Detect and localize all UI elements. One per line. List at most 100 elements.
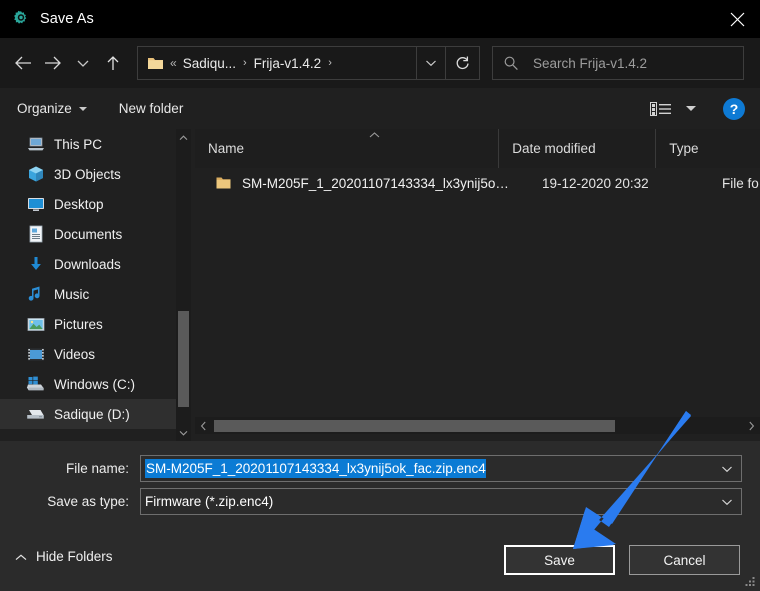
column-headers: Name Date modified Type	[195, 129, 760, 168]
sidebar-item-downloads[interactable]: Downloads	[0, 249, 191, 279]
save-form: File name: SM-M205F_1_20201107143334_lx3…	[0, 441, 760, 531]
search-box[interactable]: Search Frija-v1.4.2	[492, 46, 744, 80]
table-row[interactable]: SM-M205F_1_20201107143334_lx3ynij5o… 19-…	[195, 168, 760, 198]
file-name-row: File name: SM-M205F_1_20201107143334_lx3…	[0, 455, 760, 482]
sidebar-label: Windows (C:)	[54, 376, 136, 392]
file-name-dropdown-button[interactable]	[713, 456, 741, 481]
recent-locations-button[interactable]	[68, 45, 98, 81]
sidebar-item-windows-c[interactable]: Windows (C:)	[0, 369, 191, 399]
chevron-down-icon	[722, 499, 732, 505]
sidebar-scrollbar-thumb[interactable]	[178, 311, 189, 407]
chevron-down-icon	[179, 430, 188, 436]
navigation-bar: « Sadiqu... › Frija-v1.4.2 › Search Frij…	[0, 38, 760, 88]
sidebar-item-sadique-d[interactable]: Sadique (D:)	[0, 399, 191, 429]
close-button[interactable]	[714, 0, 760, 38]
folder-icon	[216, 177, 231, 189]
breadcrumb-separator-1[interactable]: ›	[321, 57, 339, 69]
breadcrumb-dropdown-button[interactable]	[416, 47, 445, 79]
file-type: File fo	[722, 175, 759, 191]
chevron-down-icon	[722, 466, 732, 472]
save-as-type-value: Firmware (*.zip.enc4)	[145, 494, 274, 509]
documents-icon	[26, 225, 45, 244]
chevron-down-icon	[77, 60, 89, 67]
cancel-button[interactable]: Cancel	[629, 545, 740, 575]
3d-objects-icon	[26, 165, 45, 184]
forward-button[interactable]	[38, 45, 68, 81]
music-icon	[26, 285, 45, 304]
refresh-button[interactable]	[446, 46, 480, 80]
details-view-icon[interactable]	[650, 101, 672, 117]
scroll-right-button[interactable]	[743, 417, 760, 434]
organize-label: Organize	[17, 101, 72, 116]
cancel-button-label: Cancel	[663, 552, 706, 568]
save-as-type-combobox[interactable]: Firmware (*.zip.enc4)	[140, 488, 742, 515]
toolbar-right-group: ?	[650, 88, 760, 129]
organize-button[interactable]: Organize	[17, 101, 87, 116]
save-as-type-dropdown-button[interactable]	[713, 489, 741, 514]
back-button[interactable]	[8, 45, 38, 81]
resize-grip-icon[interactable]	[744, 575, 756, 587]
sidebar-item-documents[interactable]: Documents	[0, 219, 191, 249]
sidebar-item-videos[interactable]: Videos	[0, 339, 191, 369]
horizontal-scrollbar-thumb[interactable]	[214, 420, 615, 432]
chevron-down-icon	[426, 60, 436, 67]
close-icon	[730, 12, 744, 26]
navigation-sidebar: This PC 3D Objects Desktop Documents Dow…	[0, 129, 191, 441]
new-folder-button[interactable]: New folder	[119, 101, 184, 116]
sidebar-label: Downloads	[54, 256, 121, 272]
file-name: SM-M205F_1_20201107143334_lx3ynij5o…	[242, 175, 509, 191]
pictures-icon	[26, 315, 45, 334]
view-options-caret-icon[interactable]	[686, 106, 696, 111]
chevron-up-icon	[179, 134, 188, 140]
up-button[interactable]	[98, 45, 128, 81]
sidebar-item-music[interactable]: Music	[0, 279, 191, 309]
sidebar-scrollbar[interactable]	[176, 129, 191, 441]
breadcrumb[interactable]: « Sadiqu... › Frija-v1.4.2 ›	[137, 46, 446, 80]
breadcrumb-overflow[interactable]: «	[164, 57, 183, 69]
scroll-down-button[interactable]	[176, 424, 191, 441]
scroll-up-button[interactable]	[176, 129, 191, 146]
save-as-dialog: Save As « Sadiqu... › Frija-v1.4.2 › Sea…	[0, 0, 760, 591]
file-name-input[interactable]: SM-M205F_1_20201107143334_lx3ynij5ok_fac…	[145, 459, 486, 478]
sidebar-item-3d-objects[interactable]: 3D Objects	[0, 159, 191, 189]
drive-icon	[26, 405, 45, 424]
sidebar-item-this-pc[interactable]: This PC	[0, 129, 191, 159]
sidebar-item-pictures[interactable]: Pictures	[0, 309, 191, 339]
gear-icon	[14, 10, 27, 24]
column-header-type[interactable]: Type	[655, 129, 760, 168]
videos-icon	[26, 345, 45, 364]
breadcrumb-item-0[interactable]: Sadiqu...	[183, 56, 236, 71]
column-label: Type	[669, 141, 699, 156]
sidebar-label: Videos	[54, 346, 96, 362]
window-title: Save As	[40, 11, 94, 27]
hide-folders-button[interactable]: Hide Folders	[15, 549, 113, 564]
computer-icon	[26, 135, 45, 154]
sidebar-label: Pictures	[54, 316, 103, 332]
sidebar-label: Music	[54, 286, 90, 302]
scroll-left-button[interactable]	[195, 417, 212, 434]
chevron-left-icon	[200, 421, 206, 430]
column-header-name[interactable]: Name	[195, 129, 498, 168]
help-icon: ?	[729, 100, 739, 117]
column-label: Name	[208, 141, 245, 156]
breadcrumb-item-1[interactable]: Frija-v1.4.2	[254, 56, 322, 71]
search-input[interactable]: Search Frija-v1.4.2	[533, 56, 647, 71]
sidebar-label: This PC	[54, 136, 103, 152]
file-name-combobox[interactable]: SM-M205F_1_20201107143334_lx3ynij5ok_fac…	[140, 455, 742, 482]
sidebar-label: 3D Objects	[54, 166, 121, 182]
help-button[interactable]: ?	[723, 97, 745, 120]
caret-down-icon	[78, 106, 87, 111]
breadcrumb-separator-0[interactable]: ›	[236, 57, 254, 69]
save-button[interactable]: Save	[504, 545, 615, 575]
sidebar-item-desktop[interactable]: Desktop	[0, 189, 191, 219]
arrow-up-icon	[107, 56, 119, 70]
column-header-date-modified[interactable]: Date modified	[498, 129, 655, 168]
save-button-label: Save	[544, 552, 575, 568]
file-list-horizontal-scrollbar[interactable]	[195, 417, 760, 434]
folder-icon	[148, 57, 163, 69]
file-date-modified: 19-12-2020 20:32	[542, 175, 649, 191]
save-as-type-label: Save as type:	[47, 494, 129, 509]
file-name-label: File name:	[65, 461, 129, 476]
arrow-left-icon	[15, 56, 31, 70]
desktop-icon	[26, 195, 45, 214]
